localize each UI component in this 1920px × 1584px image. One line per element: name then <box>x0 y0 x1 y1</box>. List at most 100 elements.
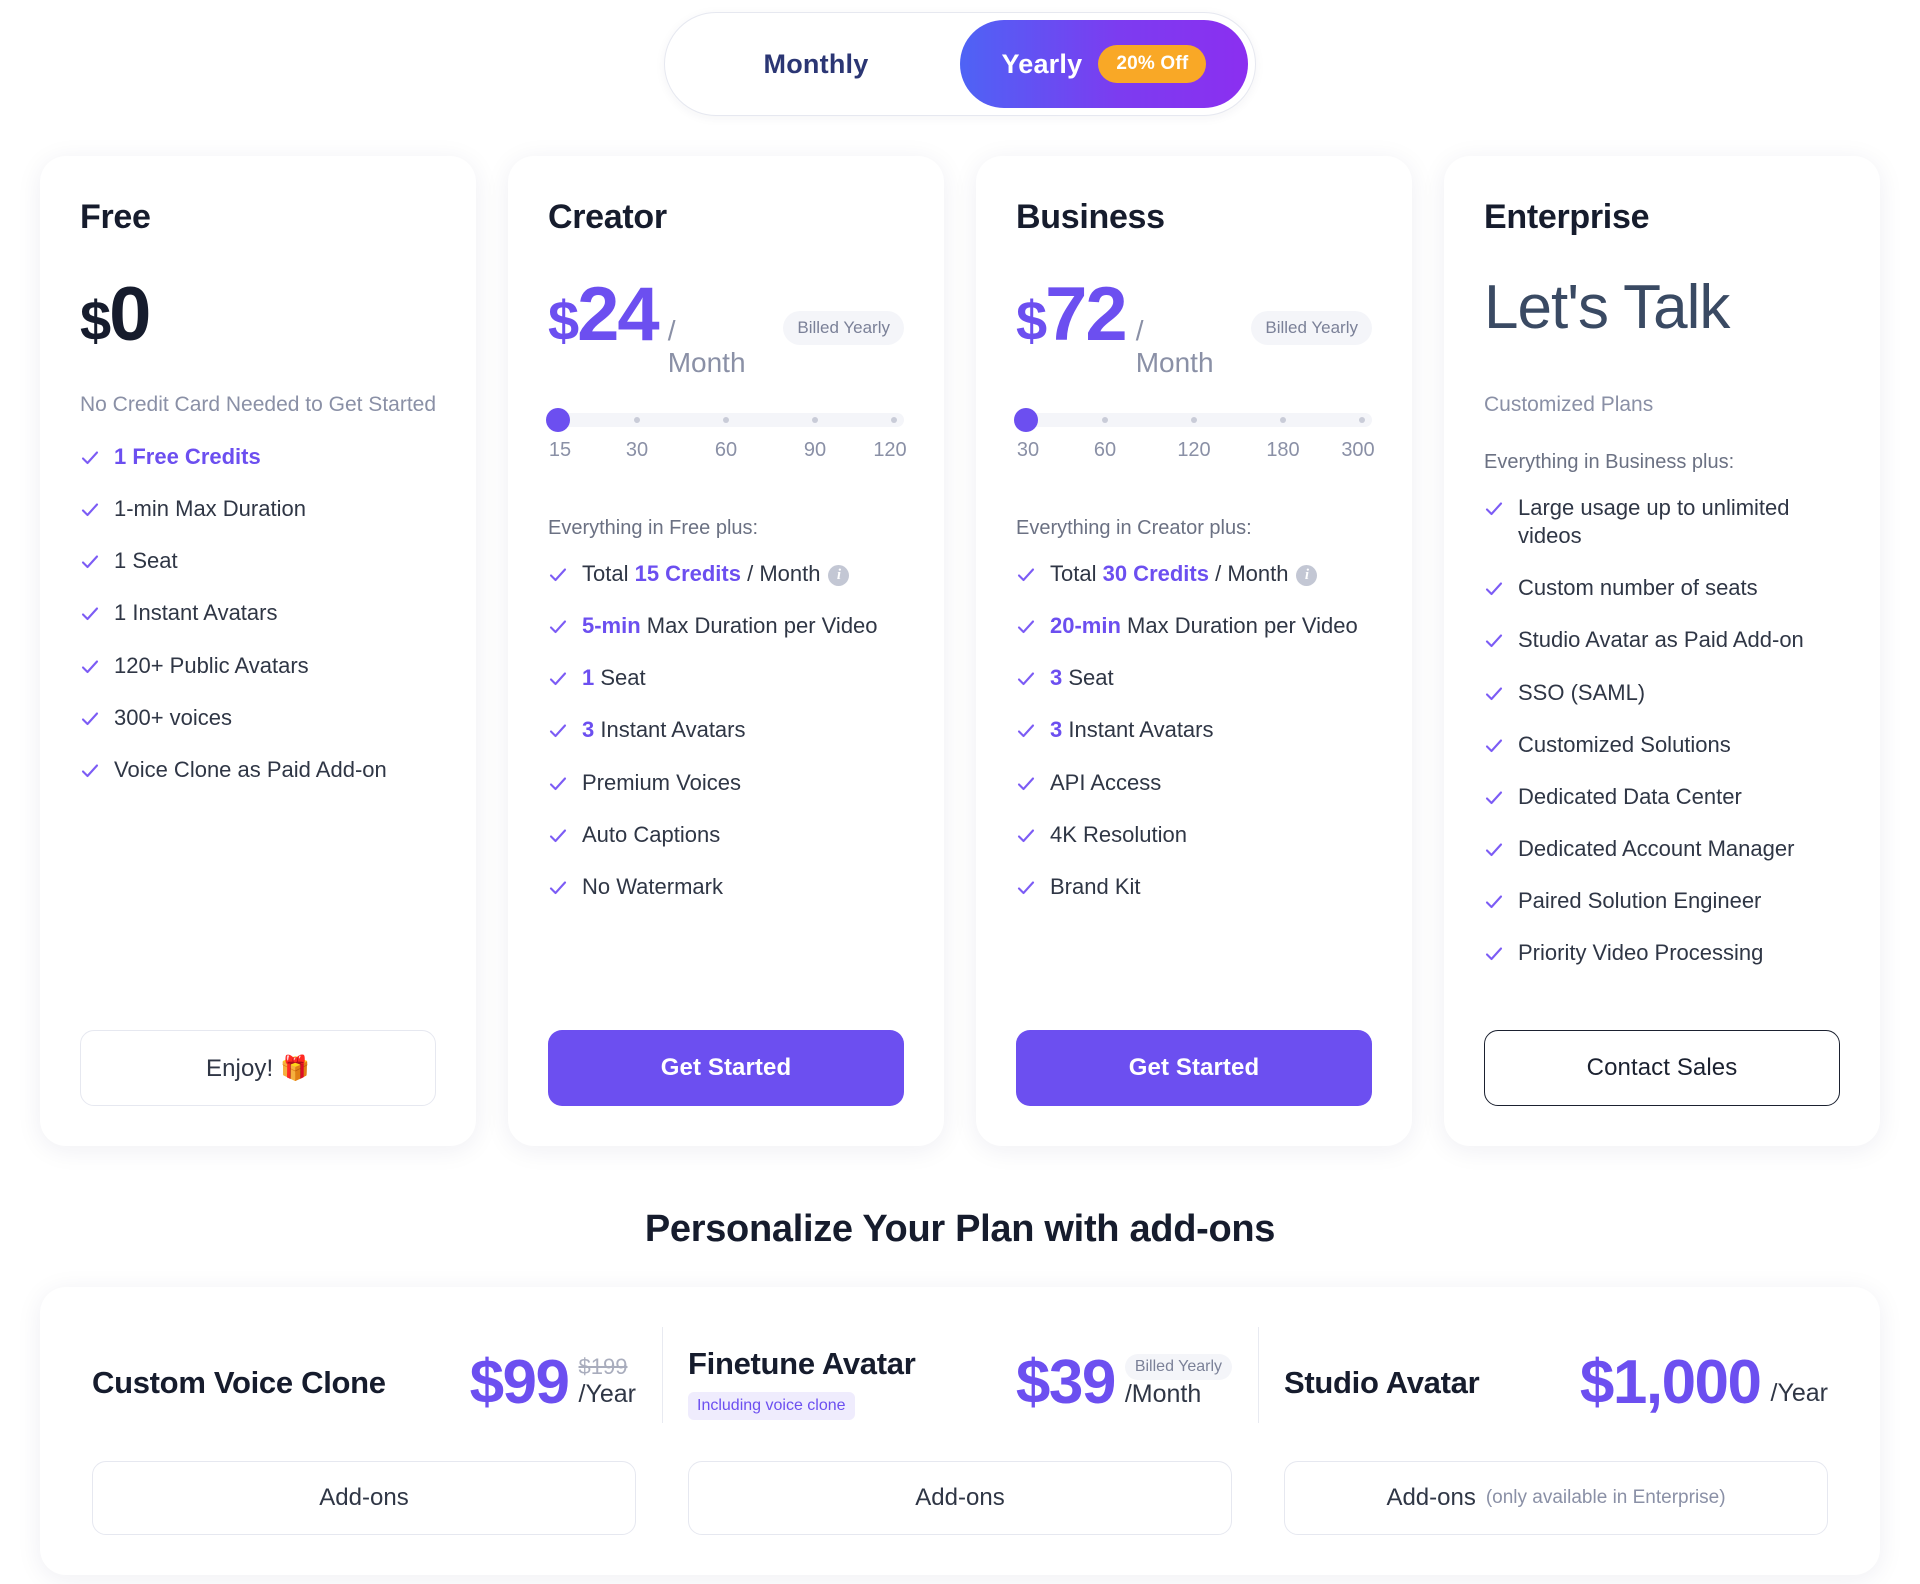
plan-feature-item: Paired Solution Engineer <box>1484 887 1840 915</box>
check-icon <box>1485 502 1503 516</box>
billing-toggle-container: Monthly Yearly 20% Off <box>0 0 1920 116</box>
check-icon <box>81 607 99 621</box>
plan-cta-business[interactable]: Get Started <box>1016 1030 1372 1106</box>
plan-feature-item: Custom number of seats <box>1484 574 1840 602</box>
check-icon <box>549 829 567 842</box>
slider-tick-label: 30 <box>1016 439 1040 461</box>
addon-header: Custom Voice Clone $99 $199/Year <box>92 1335 636 1431</box>
slider-tick-label: 60 <box>714 439 738 461</box>
feature-text: Premium Voices <box>582 769 741 795</box>
toggle-yearly-label: Yearly <box>1001 48 1083 79</box>
slider-tick-dot <box>1102 417 1108 423</box>
plan-price: Let's Talk <box>1484 273 1730 342</box>
slider-tick-label: 60 <box>1093 439 1117 461</box>
feature-text: 3 Instant Avatars <box>582 717 746 743</box>
plan-feature-item: 300+ voices <box>80 704 436 732</box>
check-icon <box>1485 843 1503 857</box>
toggle-monthly-label: Monthly <box>763 48 869 79</box>
billed-yearly-badge: Billed Yearly <box>783 311 904 345</box>
feature-text: Dedicated Data Center <box>1518 783 1742 809</box>
check-icon <box>81 555 99 569</box>
slider-tick-label: 300 <box>1341 439 1375 461</box>
credits-slider[interactable]: 15 30 60 90 120 <box>546 408 907 489</box>
slider-track[interactable] <box>1014 408 1372 432</box>
plan-feature-item: 1 Free Credits <box>80 443 436 471</box>
addon-button-label: Add-ons <box>319 1484 409 1511</box>
addon-price-period: /Year <box>1770 1379 1828 1408</box>
check-icon <box>549 881 567 894</box>
check-icon <box>1485 687 1503 700</box>
plan-price: $72 <box>1016 272 1128 357</box>
plan-card-free: Free $0 No Credit Card Needed to Get Start… <box>40 156 476 1146</box>
plan-name: Creator <box>548 198 667 236</box>
info-icon[interactable]: i <box>828 564 850 586</box>
info-icon[interactable]: i <box>1296 564 1318 586</box>
toggle-option-yearly[interactable]: Yearly 20% Off <box>960 20 1248 108</box>
slider-tick-dot <box>1359 417 1365 423</box>
feature-text: 20-min Max Duration per Video <box>1050 613 1358 639</box>
feature-text: Total 30 Credits / Month <box>1050 561 1289 586</box>
toggle-option-monthly[interactable]: Monthly <box>672 20 960 108</box>
slider-labels: 15 30 60 90 120 <box>548 439 907 465</box>
addon-price-box: $1,000/Year <box>1580 1351 1828 1413</box>
plan-feature-item: Studio Avatar as Paid Add-on <box>1484 626 1840 654</box>
check-icon <box>549 568 567 582</box>
slider-tick-dot <box>1191 417 1197 423</box>
addon-price-box: $39 Billed Yearly/Month <box>1015 1347 1232 1417</box>
plan-inherits-line: Everything in Creator plus: <box>1016 517 1252 539</box>
addons-section-title: Personalize Your Plan with add-ons <box>644 1208 1276 1250</box>
billing-toggle[interactable]: Monthly Yearly 20% Off <box>664 12 1256 116</box>
plan-feature-item: 3 Instant Avatars <box>1016 716 1372 744</box>
addon-price-meta: $199/Year <box>579 1354 636 1413</box>
check-icon <box>1485 739 1503 752</box>
addon-button-studio-avatar[interactable]: Add-ons (only available in Enterprise) <box>1284 1461 1828 1535</box>
addon-price: $39 <box>1015 1347 1116 1417</box>
addon-button-note: (only available in Enterprise) <box>1485 1487 1726 1508</box>
addon-header: Finetune Avatar Including voice clone $39 B… <box>688 1335 1232 1431</box>
plan-features: 1 Free Credits 1-min Max Duration 1 Seat 1 … <box>80 443 436 808</box>
addon-button-finetune-avatar[interactable]: Add-ons <box>688 1461 1232 1535</box>
plan-feature-item: Dedicated Data Center <box>1484 783 1840 811</box>
plan-name: Free <box>80 198 151 236</box>
plan-feature-item: Brand Kit <box>1016 873 1372 901</box>
plan-cta-free[interactable]: Enjoy! 🎁 <box>80 1030 436 1106</box>
plan-cta-creator[interactable]: Get Started <box>548 1030 904 1106</box>
slider-tick-label: 30 <box>625 439 649 461</box>
plan-feature-item: API Access <box>1016 769 1372 797</box>
plan-feature-item: 120+ Public Avatars <box>80 652 436 680</box>
feature-text: Paired Solution Engineer <box>1518 888 1762 914</box>
slider-tick-dot <box>634 417 640 423</box>
slider-tick-label: 15 <box>548 439 572 461</box>
check-icon <box>549 672 567 686</box>
check-icon <box>549 620 567 634</box>
addon-title-block: Finetune Avatar Including voice clone <box>688 1346 916 1420</box>
plan-feature-item: Premium Voices <box>548 769 904 797</box>
addon-card-finetune-avatar: Finetune Avatar Including voice clone $39 B… <box>662 1317 1258 1535</box>
check-icon <box>1485 895 1503 909</box>
feature-text: Dedicated Account Manager <box>1518 836 1795 862</box>
plan-price: $24 <box>548 272 660 357</box>
plan-price-row: Let's Talk <box>1484 277 1840 359</box>
plan-card-business: Business $72/ Month Billed Yearly 30 60 120 18… <box>976 156 1412 1146</box>
check-icon <box>549 724 567 738</box>
addon-price-box: $99 $199/Year <box>470 1351 636 1413</box>
addon-button-custom-voice-clone[interactable]: Add-ons <box>92 1461 636 1535</box>
slider-knob[interactable] <box>546 408 570 432</box>
check-icon <box>81 660 99 673</box>
check-icon <box>1017 724 1035 738</box>
credits-slider[interactable]: 30 60 120 180 300 <box>1014 408 1375 489</box>
slider-tick-dot <box>812 417 818 423</box>
plan-feature-item: 4K Resolution <box>1016 821 1372 849</box>
plan-cta-enterprise[interactable]: Contact Sales <box>1484 1030 1840 1106</box>
plan-price-row: $72/ Month Billed Yearly <box>1016 277 1372 379</box>
feature-text: SSO (SAML) <box>1518 679 1646 705</box>
plan-price-row: $0 <box>80 277 436 359</box>
addons-panel: Custom Voice Clone $99 $199/Year Add-ons Fin… <box>40 1287 1880 1575</box>
slider-track[interactable] <box>546 408 904 432</box>
slider-knob[interactable] <box>1014 408 1038 432</box>
billed-yearly-badge: Billed Yearly <box>1251 311 1372 345</box>
plan-subnote: No Credit Card Needed to Get Started <box>80 393 437 416</box>
plan-feature-item: SSO (SAML) <box>1484 679 1840 707</box>
plan-feature-item: Large usage up to unlimited videos <box>1484 494 1840 550</box>
addon-name: Custom Voice Clone <box>92 1365 386 1400</box>
